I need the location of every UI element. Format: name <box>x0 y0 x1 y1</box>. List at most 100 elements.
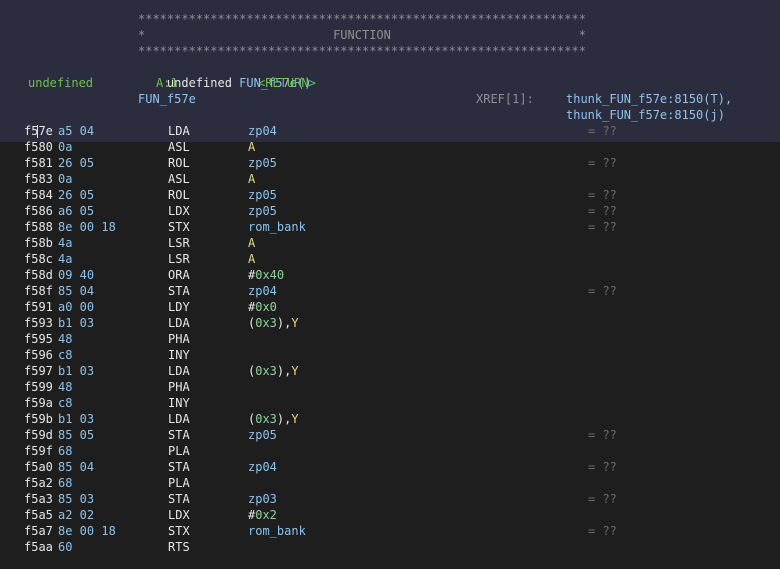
instruction-bytes[interactable]: 09 40 <box>58 267 94 283</box>
listing-row[interactable]: f59d 85 05 STA zp05 = ?? <box>0 427 780 443</box>
instruction-mnemonic[interactable]: LDA <box>168 123 190 139</box>
instruction-operand[interactable]: zp04 <box>248 283 277 299</box>
instruction-mnemonic[interactable]: LSR <box>168 235 190 251</box>
instruction-bytes[interactable]: b1 03 <box>58 363 94 379</box>
instruction-operand[interactable]: rom_bank <box>248 523 306 539</box>
listing-row[interactable]: f58d 09 40 ORA #0x40 <box>0 267 780 283</box>
instruction-address[interactable]: f596 <box>24 347 53 363</box>
instruction-mnemonic[interactable]: STA <box>168 459 190 475</box>
listing-row[interactable]: f580 0a ASL A <box>0 139 780 155</box>
instruction-mnemonic[interactable]: ASL <box>168 139 190 155</box>
instruction-mnemonic[interactable]: PLA <box>168 475 190 491</box>
instruction-bytes[interactable]: 26 05 <box>58 155 94 171</box>
listing-row[interactable]: f588 8e 00 18 STX rom_bank = ?? <box>0 219 780 235</box>
instruction-bytes[interactable]: 48 <box>58 331 72 347</box>
listing-row[interactable]: f5a2 68 PLA <box>0 475 780 491</box>
listing-row[interactable]: f59b b1 03 LDA (0x3),Y <box>0 411 780 427</box>
listing-row[interactable]: f591 a0 00 LDY #0x0 <box>0 299 780 315</box>
instruction-bytes[interactable]: 0a <box>58 171 72 187</box>
instruction-address[interactable]: f5a2 <box>24 475 53 491</box>
instruction-bytes[interactable]: 68 <box>58 475 72 491</box>
function-label[interactable]: FUN_f57e <box>138 91 196 107</box>
listing-row[interactable]: f584 26 05 ROL zp05 = ?? <box>0 187 780 203</box>
instruction-mnemonic[interactable]: LDA <box>168 363 190 379</box>
instruction-address[interactable]: f597 <box>24 363 53 379</box>
instruction-bytes[interactable]: 60 <box>58 539 72 555</box>
instruction-bytes[interactable]: b1 03 <box>58 315 94 331</box>
listing-row[interactable]: f596 c8 INY <box>0 347 780 363</box>
instruction-address[interactable]: f584 <box>24 187 53 203</box>
instruction-address[interactable]: f593 <box>24 315 53 331</box>
instruction-operand[interactable]: (0x3),Y <box>248 411 299 427</box>
instruction-address[interactable]: f59d <box>24 427 53 443</box>
instruction-mnemonic[interactable]: STA <box>168 491 190 507</box>
instruction-mnemonic[interactable]: LDA <box>168 315 190 331</box>
instruction-operand[interactable]: A <box>248 139 255 155</box>
instruction-operand[interactable]: A <box>248 235 255 251</box>
instruction-mnemonic[interactable]: ORA <box>168 267 190 283</box>
instruction-operand[interactable]: (0x3),Y <box>248 315 299 331</box>
instruction-bytes[interactable]: a0 00 <box>58 299 94 315</box>
instruction-operand[interactable]: A <box>248 251 255 267</box>
instruction-bytes[interactable]: 68 <box>58 443 72 459</box>
instruction-mnemonic[interactable]: PHA <box>168 379 190 395</box>
xref-link-2[interactable]: thunk_FUN_f57e:8150(j) <box>566 107 725 123</box>
instruction-bytes[interactable]: 85 04 <box>58 459 94 475</box>
instruction-mnemonic[interactable]: ROL <box>168 155 190 171</box>
instruction-address[interactable]: f59b <box>24 411 53 427</box>
listing-row[interactable]: f599 48 PHA <box>0 379 780 395</box>
instruction-operand[interactable]: rom_bank <box>248 219 306 235</box>
instruction-bytes[interactable]: 4a <box>58 235 72 251</box>
instruction-operand[interactable]: zp03 <box>248 491 277 507</box>
instruction-bytes[interactable]: 48 <box>58 379 72 395</box>
instruction-address[interactable]: f57e <box>24 123 53 139</box>
instruction-operand[interactable]: zp05 <box>248 155 277 171</box>
listing-row[interactable]: f59f 68 PLA <box>0 443 780 459</box>
listing-row[interactable]: f597 b1 03 LDA (0x3),Y <box>0 363 780 379</box>
instruction-operand[interactable]: #0x40 <box>248 267 284 283</box>
instruction-address[interactable]: f583 <box>24 171 53 187</box>
listing-row[interactable]: f5a3 85 03 STA zp03 = ?? <box>0 491 780 507</box>
instruction-operand[interactable]: (0x3),Y <box>248 363 299 379</box>
instruction-address[interactable]: f588 <box>24 219 53 235</box>
return-name[interactable]: <RETURN> <box>258 75 316 91</box>
instruction-mnemonic[interactable]: RTS <box>168 539 190 555</box>
instruction-address[interactable]: f58c <box>24 251 53 267</box>
instruction-address[interactable]: f580 <box>24 139 53 155</box>
instruction-address[interactable]: f599 <box>24 379 53 395</box>
instruction-operand[interactable]: zp04 <box>248 459 277 475</box>
instruction-operand[interactable]: #0x0 <box>248 299 277 315</box>
instruction-address[interactable]: f5a0 <box>24 459 53 475</box>
instruction-address[interactable]: f591 <box>24 299 53 315</box>
instruction-mnemonic[interactable]: ASL <box>168 171 190 187</box>
listing-row[interactable]: f58c 4a LSR A <box>0 251 780 267</box>
instruction-bytes[interactable]: c8 <box>58 395 72 411</box>
instruction-bytes[interactable]: a2 02 <box>58 507 94 523</box>
instruction-bytes[interactable]: b1 03 <box>58 411 94 427</box>
instruction-bytes[interactable]: 26 05 <box>58 187 94 203</box>
instruction-bytes[interactable]: a5 04 <box>58 123 94 139</box>
listing-row[interactable]: f586 a6 05 LDX zp05 = ?? <box>0 203 780 219</box>
instruction-mnemonic[interactable]: PLA <box>168 443 190 459</box>
listing-row[interactable]: f58f 85 04 STA zp04 = ?? <box>0 283 780 299</box>
instruction-mnemonic[interactable]: LDX <box>168 203 190 219</box>
listing-row[interactable]: f595 48 PHA <box>0 331 780 347</box>
instruction-address[interactable]: f586 <box>24 203 53 219</box>
instruction-bytes[interactable]: 4a <box>58 251 72 267</box>
listing-row[interactable]: f5a5 a2 02 LDX #0x2 <box>0 507 780 523</box>
instruction-mnemonic[interactable]: LSR <box>168 251 190 267</box>
instruction-bytes[interactable]: a6 05 <box>58 203 94 219</box>
instruction-mnemonic[interactable]: INY <box>168 347 190 363</box>
instruction-mnemonic[interactable]: STX <box>168 523 190 539</box>
xref-link-1[interactable]: thunk_FUN_f57e:8150(T), <box>566 91 732 107</box>
instruction-bytes[interactable]: 85 03 <box>58 491 94 507</box>
listing-row[interactable]: f5aa 60 RTS <box>0 539 780 555</box>
listing-row[interactable]: f58b 4a LSR A <box>0 235 780 251</box>
listing-row[interactable]: f593 b1 03 LDA (0x3),Y <box>0 315 780 331</box>
instruction-bytes[interactable]: 85 05 <box>58 427 94 443</box>
instruction-operand[interactable]: zp04 <box>248 123 277 139</box>
instruction-address[interactable]: f58b <box>24 235 53 251</box>
listing-row[interactable]: f57e a5 04 LDA zp04 = ?? <box>0 123 780 139</box>
instruction-operand[interactable]: zp05 <box>248 427 277 443</box>
instruction-address[interactable]: f5aa <box>24 539 53 555</box>
